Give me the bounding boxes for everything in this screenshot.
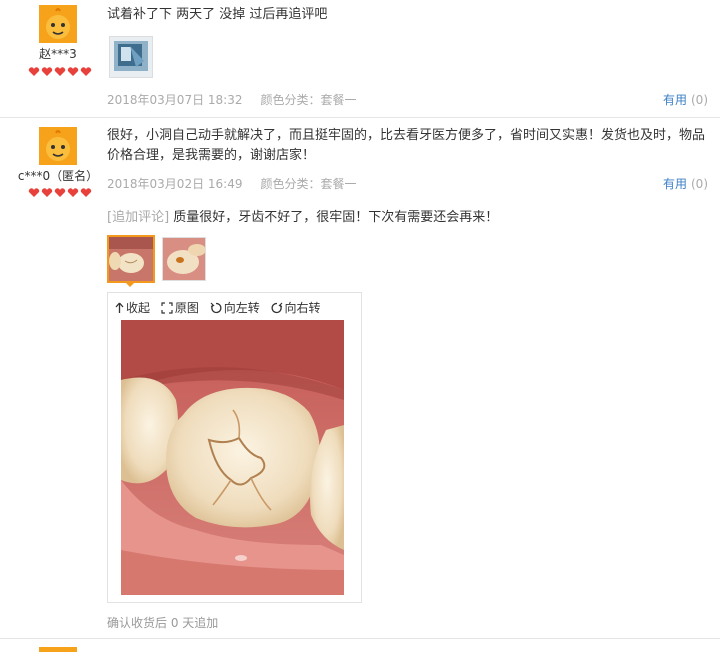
expand-icon [161, 301, 173, 314]
collapse-label[interactable]: 收起 [126, 299, 150, 316]
rotate-right-button[interactable]: 向右转 [271, 299, 321, 316]
user-avatar[interactable] [39, 5, 77, 43]
reputation-hearts-icon [28, 188, 92, 197]
review-category: 颜色分类：套餐一 [260, 93, 357, 107]
append-footer: 确认收货后 0 天追加 [107, 616, 219, 630]
review-category: 颜色分类：套餐一 [260, 177, 357, 191]
enlarged-review-photo[interactable] [121, 320, 344, 595]
review-photo-thumbnail[interactable] [109, 36, 153, 78]
rotate-left-icon [210, 302, 222, 313]
appended-photo-thumbnail-selected[interactable] [107, 235, 155, 283]
original-image-label[interactable]: 原图 [175, 299, 199, 316]
useful-button[interactable]: 有用 (0) [663, 175, 708, 192]
review-date: 2018年03月07日 18:32 [107, 93, 243, 107]
user-avatar[interactable] [39, 127, 77, 165]
collapse-button[interactable]: 收起 [115, 299, 150, 316]
image-viewer: 收起 原图 向左转 向右转 [107, 292, 362, 603]
username: 赵***3 [39, 47, 77, 61]
rotate-right-label[interactable]: 向右转 [285, 299, 321, 316]
selected-pointer-icon [124, 281, 136, 287]
review-date: 2018年03月02日 16:49 [107, 177, 243, 191]
append-tag: [追加评论] [107, 210, 170, 225]
username: c***0（匿名） [17, 169, 99, 183]
review-divider [0, 117, 720, 118]
useful-label[interactable]: 有用 [663, 177, 687, 191]
review-content: 试着补了下 两天了 没掉 过后再追评吧 [107, 7, 328, 22]
reputation-hearts-icon [28, 67, 92, 76]
useful-count: (0) [691, 93, 708, 107]
useful-button[interactable]: 有用 (0) [663, 91, 708, 108]
user-avatar[interactable] [39, 647, 77, 652]
review-meta: 2018年03月07日 18:32 颜色分类：套餐一 [107, 91, 357, 108]
review-divider [0, 638, 720, 639]
rotate-right-icon [271, 302, 282, 313]
collapse-arrow-icon [115, 302, 124, 313]
appended-review: [追加评论] 质量很好，牙齿不好了，很牢固！下次有需要还会再来！ [107, 208, 707, 228]
original-image-button[interactable]: 原图 [161, 299, 199, 316]
review-content: 很好，小洞自己动手就解决了，而且挺牢固的，比去看牙医方便多了，省时间又实惠！发货… [107, 128, 706, 163]
useful-count: (0) [691, 177, 708, 191]
append-text: 质量很好，牙齿不好了，很牢固！下次有需要还会再来！ [173, 210, 499, 225]
review-meta: 2018年03月02日 16:49 颜色分类：套餐一 [107, 175, 357, 192]
viewer-toolbar: 收起 原图 向左转 向右转 [115, 299, 328, 317]
rotate-left-label[interactable]: 向左转 [224, 299, 260, 316]
useful-label[interactable]: 有用 [663, 93, 687, 107]
appended-photo-thumbnail[interactable] [162, 237, 206, 281]
rotate-left-button[interactable]: 向左转 [210, 299, 260, 316]
